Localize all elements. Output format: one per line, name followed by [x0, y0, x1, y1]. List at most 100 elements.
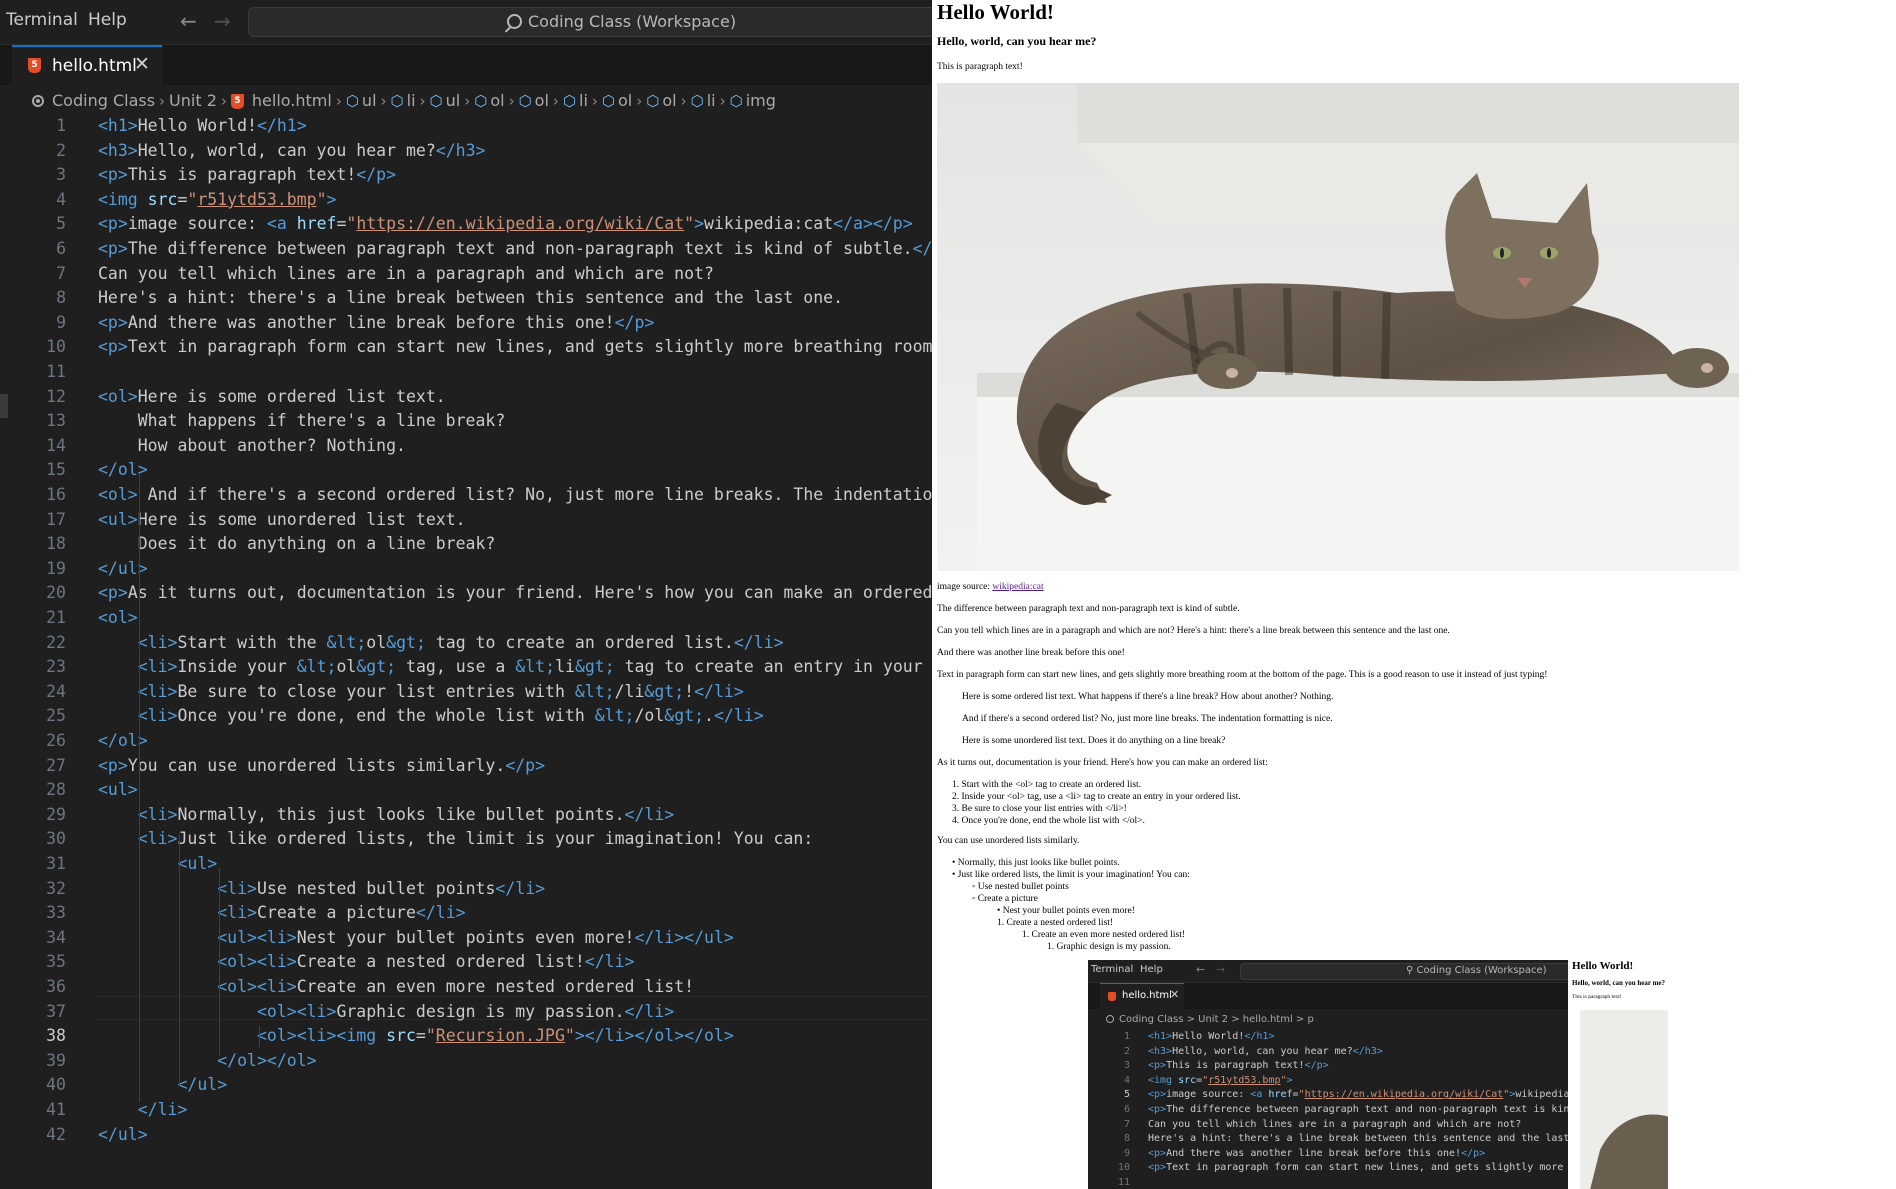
html5-icon: 5: [230, 94, 244, 109]
code-line[interactable]: 12 <ol>Here is some ordered list text.: [0, 385, 932, 409]
code-editor[interactable]: 1 <h1>Hello World!</h1> 2 <h3>Hello, world,…: [0, 114, 932, 1189]
code-line[interactable]: 3 <p>This is paragraph text!</p>: [0, 163, 932, 187]
chevron-right-icon: ›: [464, 92, 471, 110]
nested-forward-arrow-icon: →: [1216, 963, 1226, 976]
line-number: 10: [46, 337, 66, 357]
nested-workspace-icon: [1106, 1015, 1114, 1023]
image-source-line: image source: wikipedia:cat: [937, 582, 1044, 592]
code-text: <img src="r51ytd53.bmp">: [98, 189, 337, 209]
breadcrumb-item[interactable]: ⬡ img: [730, 91, 776, 110]
breadcrumb-label: ul: [361, 91, 377, 110]
code-line[interactable]: 5 <p>image source: <a href="https://en.wi…: [0, 212, 932, 236]
code-text: </ol>: [98, 460, 148, 480]
breadcrumb-item[interactable]: ⬡ li: [391, 91, 416, 110]
code-line[interactable]: 6 <p>The difference between paragraph tex…: [0, 237, 932, 261]
breadcrumb-item[interactable]: Unit 2: [169, 91, 217, 110]
doc-item-1: Start with the <ol> tag to create an ord…: [961, 780, 1142, 790]
wikipedia-cat-link[interactable]: wikipedia:cat: [992, 582, 1043, 592]
element-icon: ⬡: [729, 92, 743, 110]
code-line[interactable]: 13 What happens if there's a line break?: [0, 409, 932, 433]
code-line[interactable]: 2 <h3>Hello, world, can you hear me?</h3>: [0, 139, 932, 163]
bullet-2: Just like ordered lists, the limit is yo…: [957, 870, 1190, 880]
code-line[interactable]: 1 <h1>Hello World!</h1>: [0, 114, 932, 138]
breadcrumb-item[interactable]: 5 hello.html: [230, 91, 332, 110]
code-text: <p>And there was another line break befo…: [98, 312, 655, 332]
tab-bar: 5 hello.html ✕: [0, 45, 932, 85]
tab-label: hello.html: [52, 56, 137, 76]
line-number: 36: [46, 977, 66, 996]
workspace-icon: [32, 95, 44, 107]
line-number: 12: [46, 386, 66, 406]
command-center-search[interactable]: Coding Class (Workspace): [248, 7, 932, 37]
code-text: How about another? Nothing.: [98, 435, 406, 455]
nested-heading: Hello World!: [1572, 960, 1634, 972]
chevron-right-icon: ›: [552, 92, 559, 110]
paragraph-unordered: You can use unordered lists similarly.: [937, 836, 1080, 846]
code-text: Can you tell which lines are in a paragr…: [98, 263, 714, 283]
breadcrumb-item[interactable]: ⬡ li: [563, 91, 588, 110]
nested-line-number: 3: [1123, 1060, 1130, 1072]
forward-arrow-icon[interactable]: →: [214, 9, 231, 33]
code-line[interactable]: 9 <p>And there was another line break bef…: [0, 311, 932, 335]
line-number: 33: [46, 903, 66, 923]
breadcrumb-label: ul: [445, 91, 461, 110]
line-number: 6: [56, 239, 66, 258]
indent-guide: [259, 1026, 260, 1047]
code-text: <ol>: [98, 608, 138, 627]
code-line[interactable]: 11: [0, 360, 932, 384]
nested-ordered: Create a nested ordered list!: [1006, 918, 1114, 928]
paragraph-documentation: As it turns out, documentation is your f…: [937, 758, 1268, 768]
breadcrumb-item[interactable]: ⬡ ul: [346, 91, 377, 110]
breadcrumb-item[interactable]: ⬡ ol: [519, 91, 549, 110]
breadcrumb-item[interactable]: ⬡ ol: [646, 91, 676, 110]
code-line[interactable]: 7 Can you tell which lines are in a parag…: [0, 262, 932, 286]
menu-terminal[interactable]: Terminal: [6, 10, 78, 30]
breadcrumb-item[interactable]: ⬡ ol: [602, 91, 632, 110]
code-line[interactable]: 10 <p>Text in paragraph form can start ne…: [0, 335, 932, 359]
line-number: 4: [56, 189, 66, 209]
nested-line-number: 2: [1123, 1045, 1130, 1057]
nested-code-text: <img src="r51ytd53.bmp">: [1148, 1074, 1293, 1086]
element-icon: ⬡: [345, 92, 359, 110]
element-icon: ⬡: [646, 92, 660, 110]
code-text: </li>: [137, 1100, 188, 1119]
chevron-right-icon: ›: [636, 92, 643, 110]
menu-help[interactable]: Help: [88, 10, 127, 30]
nested-back-arrow-icon: ←: [1196, 963, 1206, 976]
doc-item-4: Once you're done, end the whole list wit…: [961, 816, 1145, 826]
nest-more: Nest your bullet points even more!: [1002, 906, 1135, 916]
code-text: </ul>: [98, 1124, 148, 1144]
page-subheading: Hello, world, can you hear me?: [937, 34, 1097, 48]
line-number: 8: [56, 288, 66, 308]
line-number: 39: [46, 1050, 66, 1070]
close-icon[interactable]: ✕: [134, 53, 150, 75]
line-number: 32: [46, 878, 66, 898]
nested-tab-label: hello.html: [1122, 990, 1172, 1001]
line-number: 18: [46, 534, 66, 554]
code-line[interactable]: 42 </ul>: [0, 1123, 932, 1147]
graphic-design: Graphic design is my passion.: [1056, 942, 1171, 952]
code-line[interactable]: 4 <img src="r51ytd53.bmp">: [0, 188, 932, 212]
nested-line-number: 6: [1123, 1104, 1130, 1115]
element-icon: ⬡: [690, 92, 704, 110]
code-line[interactable]: 14 How about another? Nothing.: [0, 434, 932, 458]
nested-html5-icon: [1108, 992, 1116, 1001]
nested-line-number: 4: [1123, 1074, 1130, 1086]
breadcrumb-item[interactable]: ⬡ li: [691, 91, 716, 110]
tab-hello-html[interactable]: 5 hello.html ✕: [12, 45, 162, 85]
breadcrumb-label: hello.html: [251, 91, 332, 110]
code-text: <ol><li><img src="Recursion.JPG"></li></…: [256, 1026, 734, 1046]
list-item: 1. Create an even more nested ordered li…: [1022, 930, 1186, 940]
breadcrumb-item[interactable]: ⬡ ul: [430, 91, 461, 110]
breadcrumb-item[interactable]: ⬡ ol: [474, 91, 504, 110]
back-arrow-icon[interactable]: ←: [180, 9, 197, 33]
line-number: 29: [46, 804, 66, 824]
paragraph-subtle: The difference between paragraph text an…: [937, 604, 1240, 614]
code-text: <h1>Hello World!</h1>: [98, 116, 307, 135]
breadcrumb-item[interactable]: Coding Class: [32, 91, 155, 110]
sub-bullet-1: Use nested bullet points: [977, 882, 1069, 892]
paragraph-another: And there was another line break before …: [937, 648, 1125, 658]
code-line[interactable]: 8 Here's a hint: there's a line break bet…: [0, 286, 932, 310]
line-number: 11: [46, 362, 66, 381]
line-number: 28: [46, 780, 66, 800]
